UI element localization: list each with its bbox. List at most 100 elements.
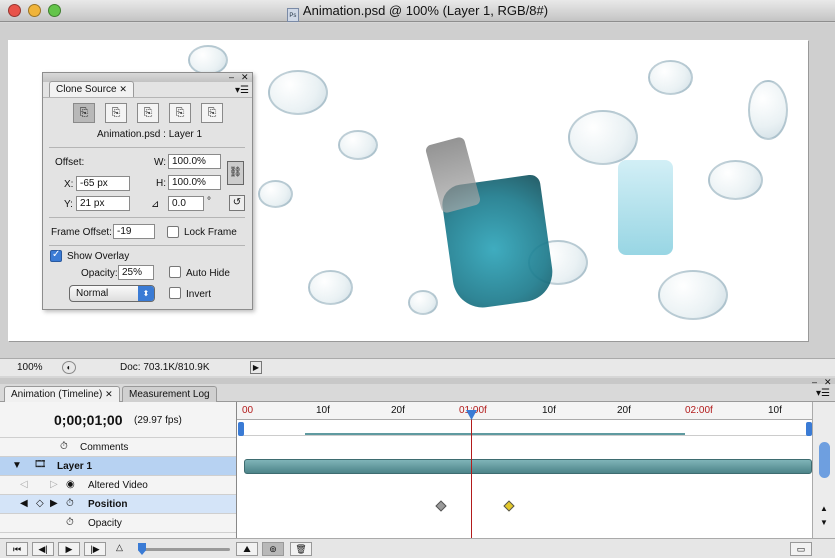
y-offset-input[interactable]: 21 px [76,196,130,211]
comments-label: Comments [80,442,129,453]
next-frame-icon[interactable]: |▶ [84,542,106,556]
window-titlebar: Ps Animation.psd @ 100% (Layer 1, RGB/8#) [0,0,835,22]
bubble-shape [268,70,328,115]
opacity-input[interactable]: 25% [118,265,154,280]
next-keyframe-icon[interactable]: ▷ [50,479,58,490]
close-icon[interactable]: ✕ [241,72,249,83]
tab-animation-timeline[interactable]: Animation (Timeline) ✕ [4,386,120,402]
divider [49,147,245,148]
bubble-shape [658,270,728,320]
trash-icon[interactable]: 🗑 [290,542,312,556]
opacity-row[interactable]: ⏱ Opacity [0,514,236,533]
playhead-line [471,414,472,538]
clone-source-2-button[interactable]: ⎘ [105,103,127,123]
vertical-scrollbar[interactable]: ▲ ▼ [812,402,835,538]
previous-frame-icon[interactable]: ◀| [32,542,54,556]
position-row[interactable]: ◀ ◇ ▶ ⏱ Position [0,495,236,514]
clone-source-4-button[interactable]: ⎘ [169,103,191,123]
x-offset-input[interactable]: -65 px [76,176,130,191]
zoom-slider-track[interactable] [138,548,230,551]
lock-frame-checkbox[interactable] [167,226,179,238]
clone-source-3-button[interactable]: ⎘ [137,103,159,123]
stopwatch-icon[interactable]: ⏱ [66,498,74,509]
add-keyframe-icon[interactable]: ◇ [36,498,44,509]
work-area-bar[interactable] [238,422,812,436]
close-tab-icon[interactable]: ✕ [105,389,113,399]
status-bar: 100% ◐ Doc: 703.1K/810.9K ▶ [0,358,835,376]
next-keyframe-icon[interactable]: ▶ [50,498,58,509]
window-title: Ps Animation.psd @ 100% (Layer 1, RGB/8#) [0,3,835,22]
ruler-tick-label: 10f [768,405,782,416]
scroll-down-icon[interactable]: ▼ [820,518,828,527]
first-frame-icon[interactable]: ⏮ [6,542,28,556]
show-overlay-label: Show Overlay [67,251,130,262]
divider [49,245,245,246]
work-area-start-handle[interactable] [238,422,244,436]
clone-source-1-button[interactable]: ⎘ [73,103,95,123]
frame-offset-input[interactable]: -19 [113,224,155,239]
height-scale-input[interactable]: 100.0% [168,175,221,190]
tab-clone-source[interactable]: Clone Source ✕ [49,81,134,97]
show-overlay-checkbox[interactable] [50,249,62,262]
collapse-icon[interactable]: – [229,72,234,82]
chevron-down-icon: ⬍ [138,286,154,301]
clone-source-5-button[interactable]: ⎘ [201,103,223,123]
window-title-text: Animation.psd @ 100% (Layer 1, RGB/8#) [302,3,549,18]
prev-keyframe-icon[interactable]: ◀ [20,498,28,509]
tab-measurement-log[interactable]: Measurement Log [122,386,217,402]
ruler-tick-label: 20f [391,405,405,416]
opacity-label: Opacity [88,518,122,529]
status-menu-arrow-icon[interactable]: ▶ [250,361,262,374]
disclosure-triangle-icon[interactable]: ▼ [12,460,22,471]
frame-offset-label: Frame Offset: [51,227,112,238]
zoom-slider-thumb[interactable] [138,543,146,555]
close-tab-icon[interactable]: ✕ [119,84,127,94]
bubble-shape [258,180,293,208]
film-icon: 🎞 [34,459,47,470]
invert-checkbox[interactable] [169,287,181,299]
stopwatch-icon[interactable]: ⏱ [60,441,68,452]
keyframe-selected[interactable] [503,500,515,512]
zoom-level[interactable]: 100% [17,362,43,373]
convert-to-frames-icon[interactable]: ▭ [790,542,812,556]
reset-transform-icon[interactable]: ↺ [229,195,245,211]
panel-menu-icon[interactable]: ▾☰ [235,85,249,96]
link-proportions-icon[interactable]: ⛓ [227,161,244,185]
bubble-shape [408,290,438,315]
comments-row[interactable]: ⏱ Comments [0,438,236,457]
tab-label: Animation (Timeline) [11,389,103,400]
y-label: Y: [64,199,73,210]
keyframe[interactable] [435,500,447,512]
layer-row[interactable]: ▼ 🎞 Layer 1 [0,457,236,476]
timeline-panel: – ✕ Animation (Timeline) ✕ Measurement L… [0,377,835,558]
auto-hide-checkbox[interactable] [169,266,181,278]
time-ruler[interactable]: 00 10f 20f 01:00f 10f 20f 02:00f 10f [237,402,813,420]
bubble-shape [568,110,638,165]
current-timecode[interactable]: 0;00;01;00 [54,412,123,428]
timeline-controls: ⏮ ◀| ▶ |▶ △ ⛰ ⊚ 🗑 ▭ [0,538,835,558]
zoom-out-icon[interactable]: △ [116,542,123,553]
invert-label: Invert [186,289,212,300]
scroll-thumb[interactable] [819,442,830,478]
status-icon[interactable]: ◐ [62,361,76,374]
bubble-shape [708,160,763,200]
altered-video-row[interactable]: ◁ ▷ ◉ Altered Video [0,476,236,495]
work-area-range [305,433,685,435]
timeline-track-area[interactable]: 00 10f 20f 01:00f 10f 20f 02:00f 10f [236,402,813,538]
layer-duration-bar[interactable] [244,459,812,474]
scroll-up-icon[interactable]: ▲ [820,504,828,513]
zoom-in-icon[interactable]: ⛰ [236,542,258,556]
ruler-tick-label: 10f [316,405,330,416]
ruler-tick-label: 10f [542,405,556,416]
bubble-shape [308,270,353,305]
onion-skin-icon[interactable]: ⊚ [262,542,284,556]
panel-menu-icon[interactable]: ▾☰ [816,388,830,399]
prev-keyframe-icon[interactable]: ◁ [20,479,28,490]
stopwatch-icon[interactable]: ⏱ [66,517,74,528]
width-scale-input[interactable]: 100.0% [168,154,221,169]
rotation-input[interactable]: 0.0 [168,196,204,211]
layer-name: Layer 1 [57,461,93,472]
blend-mode-select[interactable]: Normal ⬍ [69,285,155,302]
play-icon[interactable]: ▶ [58,542,80,556]
eye-icon[interactable]: ◉ [66,479,75,490]
